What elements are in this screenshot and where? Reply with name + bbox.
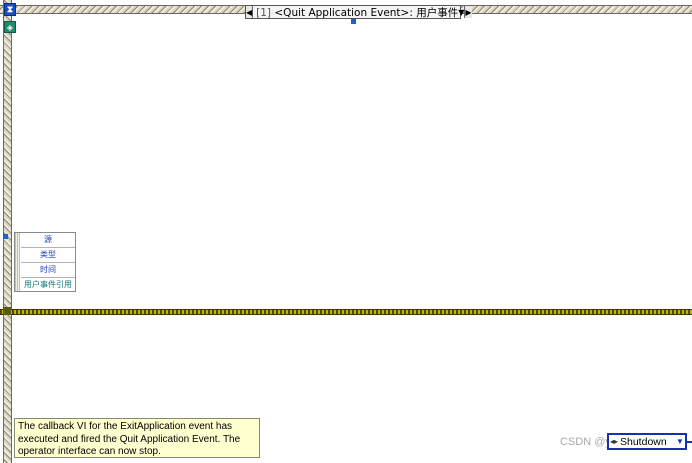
decrement-case-button[interactable]: ◀: [246, 6, 254, 18]
enum-value: Shutdown: [620, 435, 667, 448]
free-label-comment[interactable]: The callback VI for the ExitApplication …: [14, 418, 260, 458]
case-selector-label: [1] <Quit Application Event>: 用户事件: [253, 5, 458, 20]
increment-case-button[interactable]: ▶: [464, 6, 472, 18]
event-data-node[interactable]: 源 类型 时间 用户事件引用: [14, 232, 76, 292]
event-case-selector[interactable]: ◀ [1] <Quit Application Event>: 用户事件 ▼ ▶: [245, 5, 472, 20]
dynamic-event-terminal-icon[interactable]: ◈: [4, 21, 16, 33]
node-resize-handle[interactable]: [15, 233, 20, 291]
event-data-item[interactable]: 源: [21, 233, 75, 248]
wire-tunnel-left: [3, 307, 11, 315]
case-event-name: <Quit Application Event>: 用户事件: [274, 6, 459, 19]
event-data-item[interactable]: 用户事件引用: [21, 278, 75, 292]
chevron-down-icon[interactable]: ▼: [675, 437, 685, 446]
case-index: [1]: [256, 6, 272, 19]
selector-terminal: [351, 19, 356, 24]
error-cluster-wire[interactable]: [0, 309, 692, 315]
left-terminal: [3, 234, 8, 239]
event-data-item[interactable]: 时间: [21, 263, 75, 278]
shutdown-enum-constant[interactable]: ◂▸ Shutdown ▼: [607, 433, 687, 450]
increment-decrement-icon[interactable]: ◂▸: [609, 437, 619, 446]
timeout-terminal-icon[interactable]: ⧗: [4, 3, 16, 16]
enum-wire[interactable]: [685, 441, 692, 443]
event-data-item[interactable]: 类型: [21, 248, 75, 263]
structure-left-border: [3, 0, 12, 463]
